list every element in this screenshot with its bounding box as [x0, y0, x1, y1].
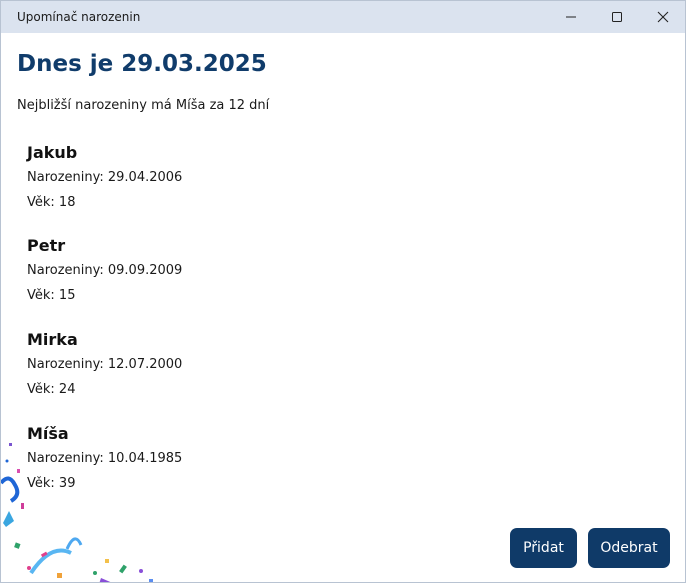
person-card-jakub: Jakub Narozeniny: 29.04.2006 Věk: 18: [27, 141, 427, 215]
person-birthday: Narozeniny: 09.09.2009: [27, 263, 183, 278]
maximize-button[interactable]: [594, 1, 640, 33]
confetti-pieces: [1, 443, 153, 582]
minimize-icon: [565, 11, 577, 23]
person-name: Jakub: [27, 143, 78, 162]
confetti-decoration: [1, 443, 153, 582]
add-button[interactable]: Přidat: [510, 528, 577, 568]
maximize-icon: [611, 11, 623, 23]
person-name: Petr: [27, 236, 66, 255]
title-bar: Upomínač narozenin: [1, 1, 685, 33]
remove-button[interactable]: Odebrat: [588, 528, 670, 568]
person-name: Mirka: [27, 330, 78, 349]
next-birthday-text: Nejbližší narozeniny má Míša za 12 dní: [17, 98, 270, 113]
window-title: Upomínač narozenin: [17, 10, 141, 24]
person-age: Věk: 15: [27, 288, 76, 303]
app-window: Upomínač narozenin Dnes je 29.03.2025 Ne…: [0, 0, 686, 583]
today-heading: Dnes je 29.03.2025: [17, 51, 267, 77]
person-card-petr: Petr Narozeniny: 09.09.2009 Věk: 15: [27, 234, 427, 308]
person-age: Věk: 18: [27, 195, 76, 210]
minimize-button[interactable]: [548, 1, 594, 33]
close-button[interactable]: [640, 1, 685, 33]
person-birthday: Narozeniny: 29.04.2006: [27, 170, 183, 185]
main-content: Dnes je 29.03.2025 Nejbližší narozeniny …: [1, 33, 685, 582]
close-icon: [657, 11, 669, 23]
